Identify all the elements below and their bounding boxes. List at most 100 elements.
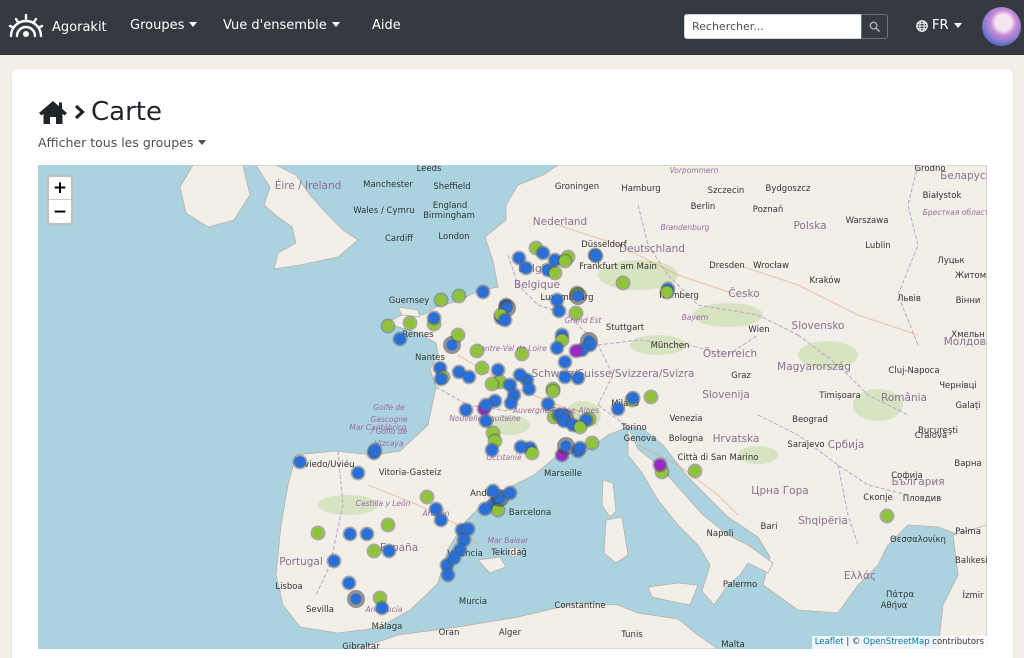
group-marker[interactable]	[366, 543, 382, 559]
nav-help-link[interactable]: Aide	[372, 18, 401, 33]
group-marker[interactable]	[879, 508, 895, 524]
city-label: Warszawa	[846, 216, 889, 226]
city-label: Stuttgart	[606, 323, 645, 333]
city-label: Vitoria-Gasteiz	[379, 468, 442, 478]
city-label: Луцьк	[937, 256, 964, 266]
group-marker[interactable]	[485, 483, 501, 499]
group-marker[interactable]	[359, 526, 375, 542]
zoom-in-button[interactable]: +	[49, 177, 71, 200]
group-marker[interactable]	[380, 517, 396, 533]
group-marker[interactable]	[402, 315, 418, 331]
nav-overview-dropdown[interactable]: Vue d'ensemble	[223, 18, 340, 33]
group-marker[interactable]	[484, 442, 500, 458]
group-marker[interactable]	[433, 512, 449, 528]
language-label: FR	[932, 18, 949, 33]
group-filter-dropdown[interactable]: Afficher tous les groupes	[38, 135, 207, 150]
group-marker[interactable]	[625, 390, 641, 406]
group-marker[interactable]	[513, 439, 529, 455]
group-marker[interactable]	[458, 402, 474, 418]
group-marker[interactable]	[475, 284, 491, 300]
city-label: Kraków	[809, 275, 840, 286]
group-marker[interactable]	[549, 292, 565, 308]
group-marker[interactable]	[540, 396, 556, 412]
group-marker[interactable]	[433, 371, 449, 387]
group-marker[interactable]	[350, 465, 366, 481]
region-label: Bayern	[682, 313, 709, 322]
group-marker[interactable]	[477, 501, 493, 517]
brand-link[interactable]: Agorakit	[7, 10, 107, 44]
leaflet-link[interactable]: Leaflet	[815, 637, 844, 647]
country-label: Slovensko	[792, 320, 845, 332]
group-marker[interactable]	[569, 287, 587, 305]
group-marker[interactable]	[461, 369, 477, 385]
group-marker[interactable]	[503, 395, 519, 411]
city-label: Bari	[761, 522, 778, 532]
group-marker[interactable]	[310, 525, 326, 541]
zoom-out-button[interactable]: −	[49, 200, 71, 223]
map-container[interactable]: Éire / Ireland Nederland Deutschland Pol…	[38, 165, 987, 649]
group-marker[interactable]	[588, 248, 604, 264]
group-marker[interactable]	[572, 419, 588, 435]
group-marker[interactable]	[367, 442, 383, 458]
group-marker[interactable]	[451, 288, 467, 304]
group-marker[interactable]	[419, 489, 435, 505]
group-marker[interactable]	[347, 590, 365, 608]
group-marker[interactable]	[450, 327, 466, 343]
group-marker[interactable]	[615, 275, 631, 291]
group-marker[interactable]	[521, 381, 537, 397]
group-marker[interactable]	[374, 600, 390, 616]
city-label: Sarajevo	[787, 440, 824, 450]
country-label: România	[881, 392, 927, 404]
city-label: Lublin	[865, 241, 890, 251]
search-input[interactable]	[684, 14, 862, 39]
group-marker[interactable]	[568, 343, 584, 359]
group-marker[interactable]	[643, 389, 659, 405]
group-marker[interactable]	[469, 343, 485, 359]
city-label: Bydgoszcz	[766, 184, 811, 194]
group-marker[interactable]	[557, 253, 573, 269]
city-label: Wien	[748, 325, 769, 335]
group-marker[interactable]	[518, 260, 534, 276]
group-marker[interactable]	[557, 369, 573, 385]
group-marker[interactable]	[426, 310, 442, 326]
group-marker[interactable]	[380, 318, 396, 334]
group-marker[interactable]	[568, 305, 584, 321]
group-marker[interactable]	[514, 346, 530, 362]
city-label: Gibraltar	[342, 642, 380, 649]
search-button[interactable]	[861, 14, 888, 39]
nav-groups-dropdown[interactable]: Groupes	[130, 18, 198, 33]
group-marker[interactable]	[545, 383, 561, 399]
top-navbar: Agorakit Groupes Vue d'ensemble Aide FR	[0, 0, 1024, 55]
group-marker[interactable]	[497, 312, 513, 328]
group-marker[interactable]	[512, 367, 528, 383]
group-marker[interactable]	[474, 360, 490, 376]
city-label: Пловдив	[903, 494, 941, 504]
group-marker[interactable]	[342, 526, 358, 542]
group-marker[interactable]	[392, 331, 408, 347]
group-marker[interactable]	[572, 440, 588, 456]
group-marker[interactable]	[557, 354, 573, 370]
group-marker[interactable]	[570, 370, 586, 386]
group-marker[interactable]	[292, 454, 308, 470]
group-marker[interactable]	[547, 265, 563, 281]
group-marker[interactable]	[659, 284, 675, 300]
group-marker[interactable]	[549, 340, 565, 356]
group-marker[interactable]	[610, 401, 626, 417]
group-marker[interactable]	[381, 543, 397, 559]
group-marker[interactable]	[446, 550, 462, 566]
country-label: Србија	[828, 439, 865, 451]
group-marker[interactable]	[484, 376, 500, 392]
group-marker[interactable]	[502, 485, 518, 501]
language-dropdown[interactable]: FR	[916, 18, 962, 33]
group-marker[interactable]	[341, 575, 357, 591]
group-marker[interactable]	[326, 553, 342, 569]
group-marker[interactable]	[478, 397, 494, 413]
group-marker[interactable]	[687, 463, 703, 479]
home-icon[interactable]	[38, 100, 68, 125]
group-marker[interactable]	[433, 292, 449, 308]
group-marker[interactable]	[440, 567, 456, 583]
group-marker[interactable]	[652, 457, 668, 473]
group-marker[interactable]	[557, 437, 575, 455]
openstreetmap-link[interactable]: OpenStreetMap	[863, 637, 929, 647]
user-avatar[interactable]	[982, 7, 1021, 46]
